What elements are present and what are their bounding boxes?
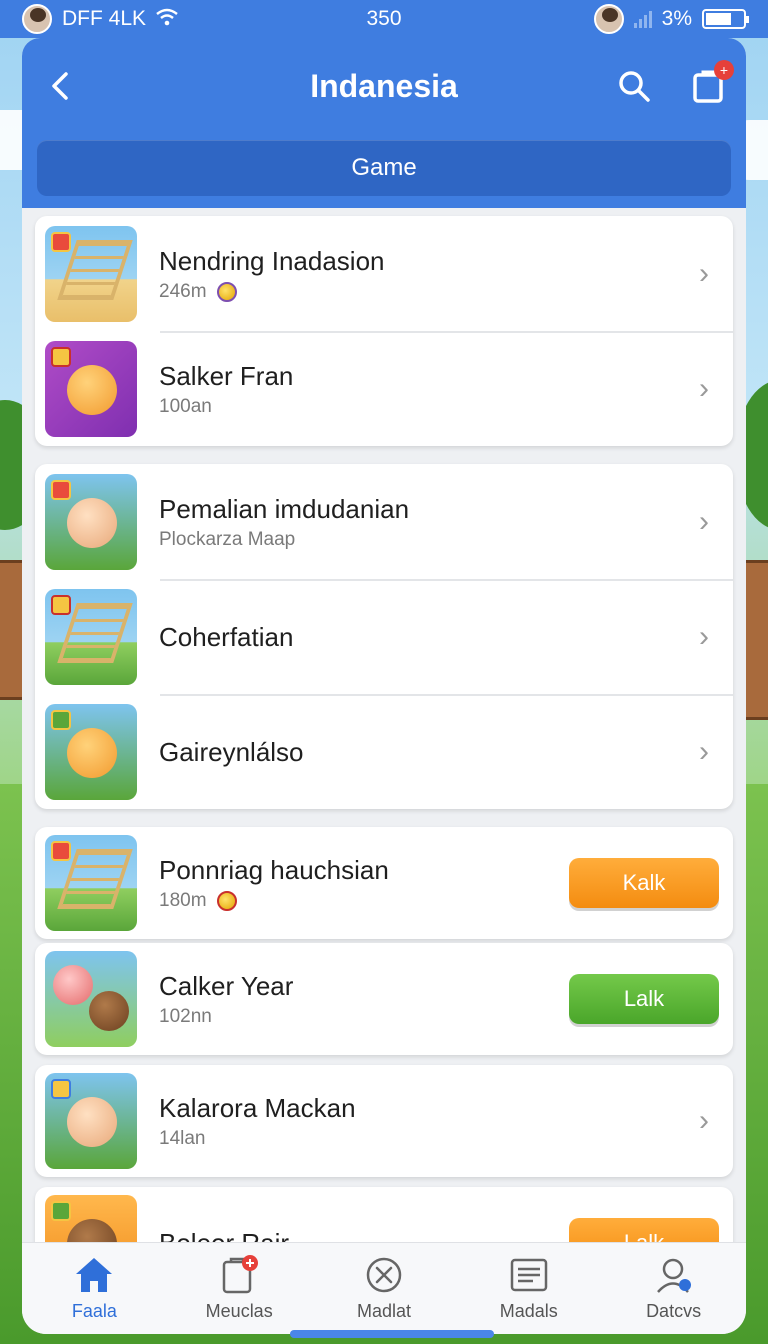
chevron-right-icon: › <box>699 371 709 405</box>
game-title: Ponnriag hauchsian <box>159 855 389 885</box>
notifications-button[interactable]: + <box>688 60 734 106</box>
tab-label: Madals <box>499 1301 558 1321</box>
game-size: 102nn <box>159 1006 212 1027</box>
wifi-icon <box>156 8 178 31</box>
search-button[interactable] <box>614 66 654 106</box>
back-button[interactable] <box>40 66 80 106</box>
tab-label: Faala <box>71 1301 117 1321</box>
notification-badge: + <box>714 60 734 80</box>
chevron-left-icon <box>52 72 68 100</box>
chevron-right-icon: › <box>699 256 709 290</box>
list-item[interactable]: Coherfatian › <box>35 579 733 694</box>
list-card: Pemalian imdudanian Plockarza Maap › Coh… <box>35 464 733 809</box>
list-item[interactable]: Ponnriag hauchsian 180m Kalk <box>35 827 733 939</box>
list-icon <box>509 1255 549 1295</box>
ladder-game-icon <box>45 588 137 685</box>
game-size: 246m <box>159 280 207 302</box>
chevron-right-icon: › <box>699 619 709 653</box>
smiley-game-icon <box>45 703 137 800</box>
game-title: Coherfatian <box>159 621 294 652</box>
list-item[interactable]: Kalarora Mackan 14lan › <box>35 1065 733 1177</box>
status-bar: DFF 4LK 350 3% <box>0 0 768 38</box>
tab-madlat[interactable]: Madlat <box>319 1255 449 1322</box>
home-icon <box>74 1255 114 1295</box>
lalk-button[interactable]: Lalk <box>569 974 719 1024</box>
coin-icon <box>216 891 237 911</box>
kalk-button[interactable]: Kalk <box>569 858 719 908</box>
battery-percent: 3% <box>661 7 692 30</box>
app-header: Indanesia + Game <box>22 38 746 208</box>
tab-label: Madlat <box>356 1301 411 1321</box>
avatar <box>22 4 52 34</box>
coin-icon <box>216 281 237 302</box>
battery-icon <box>702 9 749 29</box>
critters-game-icon <box>45 951 137 1047</box>
tab-label: Datcvs <box>646 1301 702 1321</box>
game-title: Salker Fran <box>159 360 294 391</box>
ladder-game-icon <box>45 835 137 931</box>
game-size: 14lan <box>159 1128 206 1149</box>
smiley-game-icon <box>45 340 137 437</box>
app-window: Indanesia + Game Nendring Inadasion 246m… <box>22 38 746 1334</box>
game-title: Kalarora Mackan <box>159 1093 356 1123</box>
game-list: Nendring Inadasion 246m › Salker Fran 10… <box>35 216 733 1317</box>
game-title: Pemalian imdudanian <box>159 493 410 524</box>
list-card: Kalarora Mackan 14lan › <box>35 1065 733 1177</box>
profile-icon <box>654 1255 694 1295</box>
tab-label: Meuclas <box>205 1301 273 1321</box>
list-card: Nendring Inadasion 246m › Salker Fran 10… <box>35 216 733 446</box>
category-segment[interactable]: Game <box>37 140 731 196</box>
ladder-game-icon <box>45 225 137 322</box>
tab-datcvs[interactable]: Datcvs <box>609 1255 739 1322</box>
list-item[interactable]: Gaireynlálso › <box>35 694 733 809</box>
character-game-icon <box>45 1073 137 1169</box>
tab-faala[interactable]: Faala <box>29 1255 159 1322</box>
tab-madals[interactable]: Madals <box>464 1255 594 1322</box>
close-circle-icon <box>364 1255 404 1295</box>
game-title: Nendring Inadasion <box>159 245 385 276</box>
game-size: 100an <box>159 395 212 417</box>
home-indicator[interactable] <box>290 1330 494 1338</box>
bottom-tab-bar: Faala Meuclas Madlat Madals Datcvs <box>22 1242 746 1334</box>
list-card: Calker Year 102nn Lalk <box>35 943 733 1055</box>
list-item[interactable]: Salker Fran 100an › <box>35 331 733 446</box>
list-item[interactable]: Pemalian imdudanian Plockarza Maap › <box>35 464 733 579</box>
character-game-icon <box>45 473 137 570</box>
list-item[interactable]: Calker Year 102nn Lalk <box>35 943 733 1055</box>
list-item[interactable]: Nendring Inadasion 246m › <box>35 216 733 331</box>
game-title: Gaireynlálso <box>159 736 304 767</box>
carrier-text: DFF 4LK <box>62 7 147 30</box>
tab-meuclas[interactable]: Meuclas <box>174 1255 304 1322</box>
avatar <box>593 4 624 34</box>
search-icon <box>619 71 650 102</box>
chevron-right-icon: › <box>699 734 709 768</box>
clipboard-icon <box>219 1255 259 1295</box>
game-size: 180m <box>159 890 207 911</box>
signal-icon <box>633 10 652 28</box>
list-card: Ponnriag hauchsian 180m Kalk <box>35 827 733 939</box>
chevron-right-icon: › <box>699 1104 709 1137</box>
game-subtitle: Plockarza Maap <box>159 528 296 550</box>
chevron-right-icon: › <box>699 504 709 538</box>
game-title: Calker Year <box>159 971 294 1001</box>
